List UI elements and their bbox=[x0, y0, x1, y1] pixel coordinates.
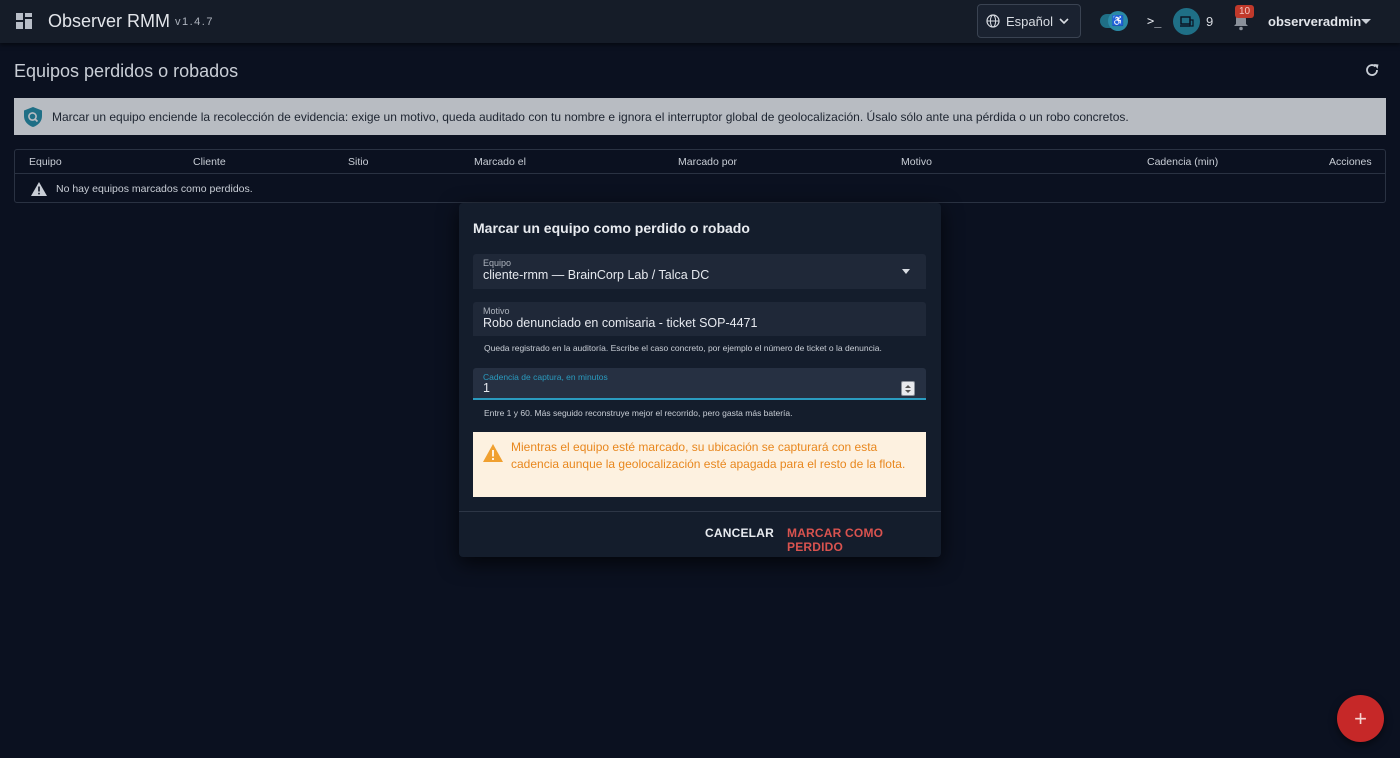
equipo-select[interactable]: Equipo cliente-rmm — BrainCorp Lab / Tal… bbox=[473, 254, 926, 289]
add-button[interactable]: + bbox=[1337, 695, 1384, 742]
column-header-cliente[interactable]: Cliente bbox=[193, 156, 226, 168]
column-header-marcado-por[interactable]: Marcado por bbox=[678, 156, 737, 168]
dialog-divider bbox=[459, 511, 941, 512]
mark-as-lost-button[interactable]: MARCAR COMO PERDIDO bbox=[787, 526, 941, 554]
warning-icon bbox=[31, 182, 47, 196]
agent-count: 9 bbox=[1206, 14, 1214, 29]
cadencia-hint: Entre 1 y 60. Más seguido reconstruye me… bbox=[484, 408, 793, 418]
table-header: Equipo Cliente Sitio Marcado el Marcado … bbox=[15, 150, 1385, 174]
app-version: v1.4.7 bbox=[175, 16, 214, 28]
globe-icon bbox=[986, 14, 1000, 28]
table-empty-row: No hay equipos marcados como perdidos. bbox=[15, 175, 1385, 203]
page-title: Equipos perdidos o robados bbox=[14, 61, 239, 81]
alert-text: Mientras el equipo esté marcado, su ubic… bbox=[511, 440, 906, 471]
info-banner: Marcar un equipo enciende la recolección… bbox=[14, 98, 1386, 135]
stepper-down-icon[interactable] bbox=[905, 389, 911, 393]
accessibility-toggle[interactable]: ♿ bbox=[1100, 11, 1128, 31]
column-header-marcado-el[interactable]: Marcado el bbox=[474, 156, 526, 168]
mark-lost-dialog: Marcar un equipo como perdido o robado E… bbox=[459, 203, 941, 557]
app-title: Observer RMM bbox=[48, 11, 171, 31]
column-header-acciones: Acciones bbox=[1329, 156, 1372, 168]
warning-alert: Mientras el equipo esté marcado, su ubic… bbox=[473, 432, 926, 497]
language-select[interactable]: Español bbox=[977, 4, 1081, 38]
motivo-field[interactable]: Motivo Robo denunciado en comisaria - ti… bbox=[473, 302, 926, 336]
refresh-icon[interactable] bbox=[1364, 62, 1380, 78]
banner-text: Marcar un equipo enciende la recolección… bbox=[52, 109, 1129, 124]
lost-devices-table: Equipo Cliente Sitio Marcado el Marcado … bbox=[14, 149, 1386, 203]
top-bar: Observer RMM v1.4.7 Español ♿ >_ 9 10 ob… bbox=[0, 0, 1400, 43]
chevron-down-icon bbox=[1059, 18, 1069, 25]
dialog-title: Marcar un equipo como perdido o robado bbox=[473, 220, 750, 236]
apps-grid-icon[interactable] bbox=[16, 13, 32, 29]
terminal-icon[interactable]: >_ bbox=[1147, 14, 1161, 28]
language-label: Español bbox=[1006, 13, 1053, 29]
column-header-sitio[interactable]: Sitio bbox=[348, 156, 368, 168]
motivo-hint: Queda registrado en la auditoría. Escrib… bbox=[484, 343, 882, 353]
column-header-cadencia[interactable]: Cadencia (min) bbox=[1147, 156, 1218, 168]
equipo-value: cliente-rmm — BrainCorp Lab / Talca DC bbox=[483, 268, 710, 282]
cancel-button[interactable]: CANCELAR bbox=[705, 526, 774, 540]
equipo-label: Equipo bbox=[483, 258, 512, 268]
motivo-label: Motivo bbox=[483, 306, 510, 316]
notification-badge: 10 bbox=[1235, 5, 1255, 18]
plus-icon: + bbox=[1354, 705, 1367, 731]
caret-down-icon[interactable] bbox=[1361, 19, 1371, 24]
cadencia-value: 1 bbox=[483, 381, 490, 395]
empty-message: No hay equipos marcados como perdidos. bbox=[56, 183, 253, 195]
cadencia-label: Cadencia de captura, en minutos bbox=[483, 372, 608, 382]
dropdown-arrow-icon bbox=[902, 269, 910, 274]
agents-icon[interactable] bbox=[1173, 8, 1200, 35]
warning-icon bbox=[483, 444, 503, 462]
user-menu[interactable]: observeradmin bbox=[1268, 14, 1361, 29]
stepper-up-icon[interactable] bbox=[905, 384, 911, 388]
accessibility-icon: ♿ bbox=[1108, 11, 1128, 31]
column-header-equipo[interactable]: Equipo bbox=[29, 156, 62, 168]
cadencia-field[interactable]: Cadencia de captura, en minutos 1 bbox=[473, 368, 926, 400]
shield-search-icon bbox=[24, 106, 42, 127]
motivo-value: Robo denunciado en comisaria - ticket SO… bbox=[483, 316, 758, 330]
number-stepper[interactable] bbox=[901, 381, 915, 396]
column-header-motivo[interactable]: Motivo bbox=[901, 156, 932, 168]
